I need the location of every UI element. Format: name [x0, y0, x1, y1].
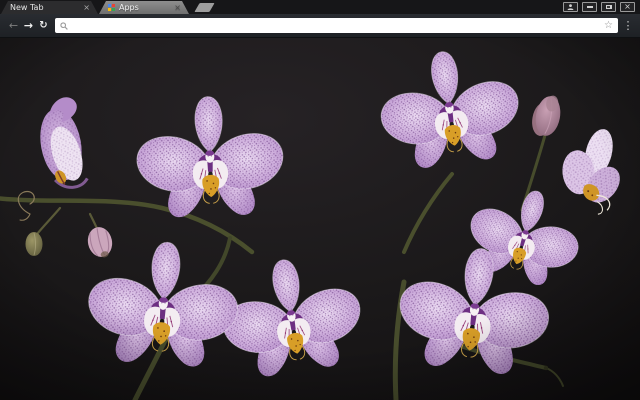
close-icon: ×: [624, 2, 631, 11]
back-button[interactable]: ←: [6, 18, 21, 33]
window-controls: ×: [563, 2, 635, 12]
tab-apps[interactable]: Apps ×: [99, 1, 189, 14]
tab-strip: New Tab × Apps × ×: [0, 0, 640, 14]
restore-button[interactable]: [601, 2, 616, 12]
reload-button[interactable]: ↻: [36, 18, 51, 33]
browser-menu-icon[interactable]: ⋮: [622, 19, 634, 33]
tab-new-tab[interactable]: New Tab ×: [1, 1, 98, 14]
browser-window: New Tab × Apps × × ← → ↻ ☆ ⋮: [0, 0, 640, 400]
close-window-button[interactable]: ×: [620, 2, 635, 12]
minimize-bar-icon: [586, 6, 593, 8]
tab-label: Apps: [119, 3, 139, 12]
tab-close-icon[interactable]: ×: [83, 4, 90, 12]
new-tab-page: [0, 38, 640, 400]
profile-button[interactable]: [563, 2, 578, 12]
bookmark-star-icon[interactable]: ☆: [604, 20, 613, 31]
tab-label: New Tab: [10, 3, 44, 12]
orchid-photo: [0, 38, 640, 400]
magnifier-icon: [60, 21, 68, 30]
toolbar: ← → ↻ ☆ ⋮: [0, 14, 640, 38]
person-icon: [567, 4, 574, 10]
overlapping-squares-icon: [605, 5, 612, 9]
new-tab-button[interactable]: [194, 3, 215, 12]
minimize-button[interactable]: [582, 2, 597, 12]
forward-button[interactable]: →: [21, 18, 36, 33]
tab-close-icon[interactable]: ×: [174, 4, 181, 12]
omnibox[interactable]: ☆: [55, 18, 618, 33]
apps-grid-icon: [108, 4, 115, 11]
address-input[interactable]: [68, 20, 605, 31]
